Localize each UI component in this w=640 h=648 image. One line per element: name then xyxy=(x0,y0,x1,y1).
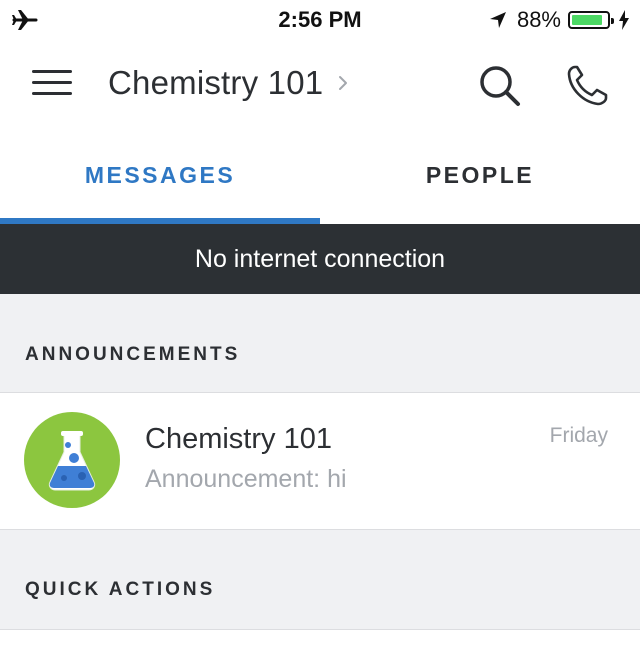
battery-fill xyxy=(572,15,602,25)
section-label: QUICK ACTIONS xyxy=(25,579,216,600)
nav-header: Chemistry 101 xyxy=(0,40,640,130)
tab-bar: MESSAGES PEOPLE xyxy=(0,130,640,224)
chevron-right-icon xyxy=(339,76,348,90)
tab-people-label: PEOPLE xyxy=(425,162,535,188)
menu-bar xyxy=(32,92,72,95)
battery-icon xyxy=(568,11,614,29)
page-title: Chemistry 101 xyxy=(108,64,324,101)
section-label: ANNOUNCEMENTS xyxy=(25,344,241,365)
battery-percent: 88% xyxy=(516,7,561,32)
status-right: 88% xyxy=(489,7,630,33)
announcement-preview: Announcement: hi xyxy=(145,465,347,493)
tab-people[interactable]: PEOPLE xyxy=(320,130,640,224)
menu-bar xyxy=(32,70,72,73)
tab-messages-label: MESSAGES xyxy=(84,162,236,188)
quick-actions-list xyxy=(0,630,640,648)
course-title-button[interactable]: Chemistry 101 xyxy=(108,64,349,102)
battery-nub xyxy=(611,18,614,24)
menu-bar xyxy=(32,81,72,84)
quick-actions-section-header: QUICK ACTIONS xyxy=(0,530,640,630)
location-arrow-icon xyxy=(489,12,506,28)
flask-icon xyxy=(24,412,120,508)
status-bar: 2:56 PM 88% xyxy=(0,0,640,40)
announcement-date: Friday xyxy=(549,424,608,447)
announcements-section-header: ANNOUNCEMENTS xyxy=(0,294,640,393)
hamburger-menu-icon[interactable] xyxy=(26,62,78,104)
list-item[interactable]: Chemistry 101 Announcement: hi Friday xyxy=(0,393,640,530)
tab-messages[interactable]: MESSAGES xyxy=(0,130,320,224)
search-icon[interactable] xyxy=(478,64,522,108)
announcement-course: Chemistry 101 xyxy=(145,423,332,455)
offline-banner: No internet connection xyxy=(0,224,640,294)
phone-icon[interactable] xyxy=(564,64,610,108)
charging-bolt-icon xyxy=(619,10,629,30)
